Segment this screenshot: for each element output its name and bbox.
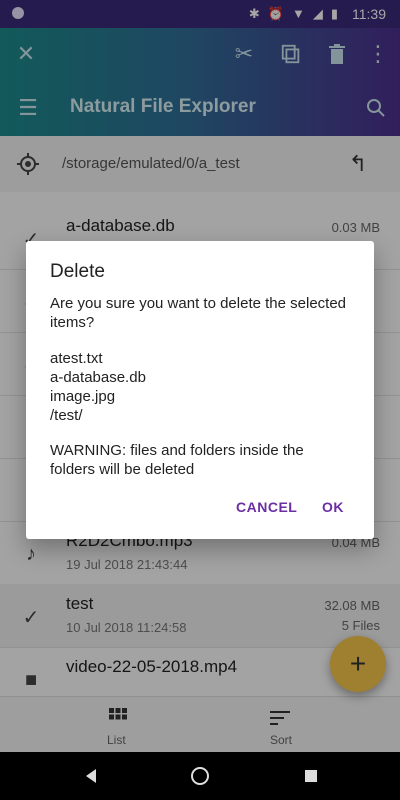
nav-back-icon[interactable]: [84, 768, 98, 789]
ok-button[interactable]: OK: [322, 499, 344, 515]
dialog-title: Delete: [50, 261, 105, 282]
nav-home-icon[interactable]: [190, 766, 210, 791]
cancel-button[interactable]: CANCEL: [236, 499, 297, 515]
dialog-item-list: atest.txt a-database.db image.jpg /test/: [50, 350, 146, 424]
nav-recents-icon[interactable]: [304, 769, 318, 788]
dialog-warning: WARNING: files and folders inside the fo…: [50, 442, 304, 478]
delete-dialog: Delete Are you sure you want to delete t…: [26, 241, 374, 539]
system-nav-bar: [0, 752, 400, 800]
dialog-message: Are you sure you want to delete the sele…: [50, 295, 347, 331]
